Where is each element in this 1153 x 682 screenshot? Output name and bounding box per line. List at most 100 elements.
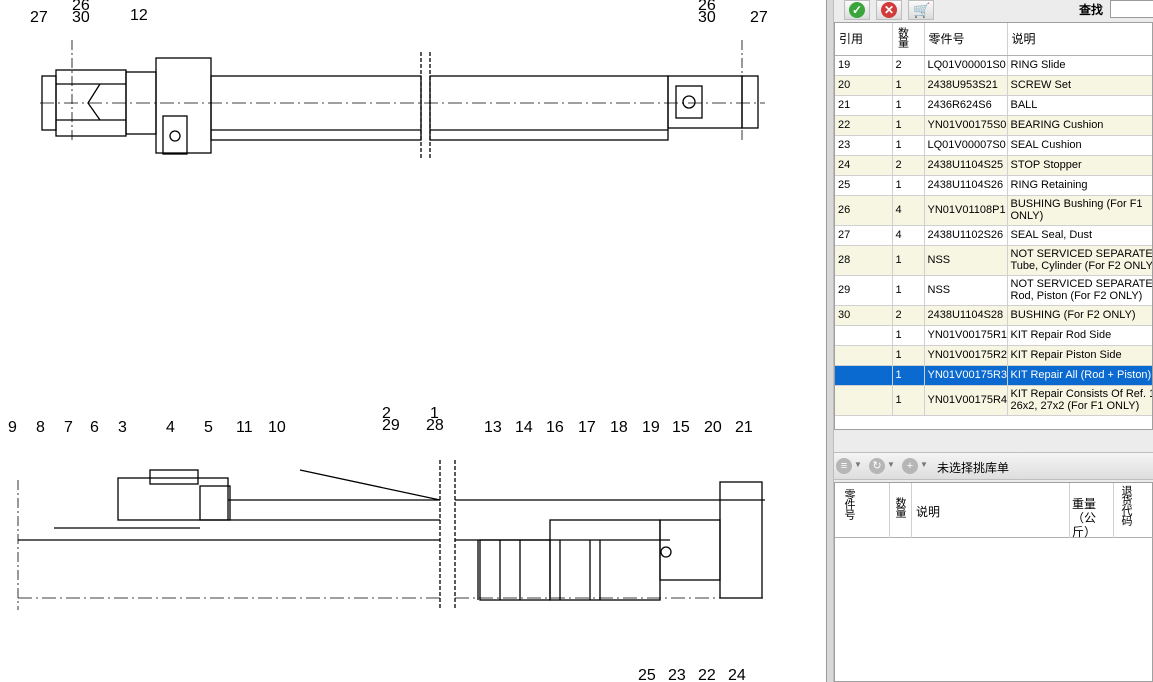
- cylinder-drawing: 272630 122630 279 8 7 6 3 4 5 11 10229128 13 14 16 17 1…: [8, 0, 768, 682]
- pl-header-qty[interactable]: 数量: [890, 483, 912, 538]
- cell-description: NOT SERVICED SEPARATEL Rod, Piston (For …: [1007, 275, 1152, 306]
- cell-ref: 25: [835, 175, 893, 196]
- cell-part-number: LQ01V00001S0: [924, 55, 1008, 76]
- callout-label[interactable]: 6: [90, 419, 99, 436]
- parts-panel: ✓ ✕ 🛒 查找 引用 数量 零件号 说明 19 2 LQ01V00001S0 RIN…: [834, 0, 1153, 682]
- cell-description: RING Slide: [1007, 55, 1152, 76]
- callout-label[interactable]: 9: [8, 419, 17, 436]
- cancel-button[interactable]: ✕: [876, 0, 902, 20]
- header-part-number[interactable]: 零件号: [924, 23, 1008, 56]
- callout-label[interactable]: 14: [515, 419, 533, 436]
- callout-label[interactable]: 11: [236, 419, 253, 436]
- callout-label[interactable]: 8: [36, 419, 45, 436]
- table-row[interactable]: 27 4 2438U1102S26 SEAL Seal, Dust: [835, 225, 1152, 246]
- table-row[interactable]: 29 1 NSS NOT SERVICED SEPARATEL Rod, Piston…: [835, 275, 1152, 306]
- callout-label[interactable]: 13: [484, 419, 502, 436]
- cell-part-number: YN01V00175R3: [924, 365, 1008, 386]
- cell-ref: 24: [835, 155, 893, 176]
- cell-ref: 22: [835, 115, 893, 136]
- cell-description: KIT Repair All (Rod + Piston): [1007, 365, 1152, 386]
- callout-label[interactable]: 7: [64, 419, 73, 436]
- callout-label[interactable]: 21: [735, 419, 753, 436]
- table-row[interactable]: 1 YN01V00175R2 KIT Repair Piston Side: [835, 345, 1152, 366]
- callout-label[interactable]: 30: [72, 9, 90, 26]
- table-row[interactable]: 20 1 2438U953S21 SCREW Set: [835, 75, 1152, 96]
- table-row[interactable]: 1 YN01V00175R1 KIT Repair Rod Side: [835, 325, 1152, 346]
- pane-splitter[interactable]: [826, 0, 834, 682]
- chevron-down-icon[interactable]: ▼: [854, 460, 862, 469]
- cell-description: BUSHING Bushing (For F1 ONLY): [1007, 195, 1152, 226]
- callout-label[interactable]: 29: [382, 417, 400, 434]
- cell-part-number: YN01V00175S0: [924, 115, 1008, 136]
- callout-label[interactable]: 30: [698, 9, 716, 26]
- cell-qty: 2: [892, 305, 925, 326]
- cell-qty: 1: [892, 115, 925, 136]
- pl-header-return-code[interactable]: 退货代码: [1114, 483, 1153, 538]
- cell-qty: 1: [892, 135, 925, 156]
- table-row[interactable]: 21 1 2436R624S6 BALL: [835, 95, 1152, 116]
- callout-label[interactable]: 17: [578, 419, 596, 436]
- header-ref[interactable]: 引用: [835, 23, 893, 56]
- callout-label[interactable]: 23: [668, 667, 686, 682]
- search-label: 查找: [1079, 3, 1104, 17]
- callout-label[interactable]: 25: [638, 667, 656, 682]
- cell-part-number: 2436R624S6: [924, 95, 1008, 116]
- table-row[interactable]: 25 1 2438U1104S26 RING Retaining: [835, 175, 1152, 196]
- cell-description: BUSHING (For F2 ONLY): [1007, 305, 1152, 326]
- table-row[interactable]: 23 1 LQ01V00007S0 SEAL Cushion: [835, 135, 1152, 156]
- cell-description: BEARING Cushion: [1007, 115, 1152, 136]
- table-row[interactable]: 24 2 2438U1104S25 STOP Stopper: [835, 155, 1152, 176]
- callout-label[interactable]: 27: [750, 9, 768, 26]
- parts-toolbar: ✓ ✕ 🛒 查找: [834, 0, 1153, 22]
- table-row[interactable]: 1 YN01V00175R4 KIT Repair Consists Of Ref.…: [835, 385, 1152, 416]
- cell-part-number: 2438U1104S28: [924, 305, 1008, 326]
- cart-button[interactable]: 🛒: [908, 0, 934, 20]
- table-row[interactable]: 22 1 YN01V00175S0 BEARING Cushion: [835, 115, 1152, 136]
- callout-label[interactable]: 27: [30, 9, 48, 26]
- callout-label[interactable]: 4: [166, 419, 175, 436]
- callout-label[interactable]: 28: [426, 417, 444, 434]
- cell-qty: 1: [892, 245, 925, 276]
- refresh-icon[interactable]: ↻: [869, 458, 885, 474]
- cell-part-number: 2438U953S21: [924, 75, 1008, 96]
- table-row[interactable]: 28 1 NSS NOT SERVICED SEPARATEL Tube, Cylin…: [835, 245, 1152, 276]
- callout-label[interactable]: 12: [130, 7, 148, 24]
- picklist-status: 未选择挑库单: [937, 461, 1010, 475]
- confirm-button[interactable]: ✓: [844, 0, 870, 20]
- callout-label[interactable]: 15: [672, 419, 690, 436]
- list-icon[interactable]: ≡: [836, 458, 852, 474]
- callout-label[interactable]: 3: [118, 419, 127, 436]
- cell-qty: 1: [892, 175, 925, 196]
- pl-header-part-number[interactable]: 零件号: [835, 483, 890, 538]
- table-row[interactable]: 1 YN01V00175R3 KIT Repair All (Rod + Pisto…: [835, 365, 1152, 386]
- chevron-down-icon[interactable]: ▼: [920, 460, 928, 469]
- callout-label[interactable]: 5: [204, 419, 213, 436]
- callout-label[interactable]: 24: [728, 667, 746, 682]
- picklist-table[interactable]: 零件号 数量 说明 重量（公斤） 退货代码: [834, 482, 1153, 682]
- table-row[interactable]: 30 2 2438U1104S28 BUSHING (For F2 ONLY): [835, 305, 1152, 326]
- callout-label[interactable]: 18: [610, 419, 628, 436]
- callout-label[interactable]: 10: [268, 419, 286, 436]
- cell-ref: 28: [835, 245, 893, 276]
- search-input[interactable]: [1110, 0, 1153, 18]
- cell-ref: [835, 325, 893, 346]
- pl-header-weight[interactable]: 重量（公斤）: [1070, 483, 1114, 539]
- callout-label[interactable]: 16: [546, 419, 564, 436]
- header-description[interactable]: 说明: [1007, 23, 1152, 56]
- callout-label[interactable]: 22: [698, 667, 716, 682]
- header-qty[interactable]: 数量: [892, 23, 925, 56]
- parts-diagram[interactable]: 27 26 30 12 26 30 27 9 8 7 6 3 4 5 11 10 2 29 1 28 13 14 16 17 1…: [0, 0, 826, 682]
- callout-label[interactable]: 19: [642, 419, 660, 436]
- cell-ref: 21: [835, 95, 893, 116]
- table-row[interactable]: 26 4 YN01V01108P1 BUSHING Bushing (For F1 O…: [835, 195, 1152, 226]
- parts-table[interactable]: 引用 数量 零件号 说明 19 2 LQ01V00001S0 RING Slide 20…: [834, 22, 1153, 430]
- table-row[interactable]: 19 2 LQ01V00001S0 RING Slide: [835, 55, 1152, 76]
- cell-ref: [835, 385, 893, 416]
- callout-label[interactable]: 20: [704, 419, 722, 436]
- add-icon[interactable]: +: [902, 458, 918, 474]
- pl-header-description[interactable]: 说明: [912, 483, 1070, 538]
- cell-ref: [835, 345, 893, 366]
- chevron-down-icon[interactable]: ▼: [887, 460, 895, 469]
- cell-qty: 4: [892, 225, 925, 246]
- cell-part-number: 2438U1102S26: [924, 225, 1008, 246]
